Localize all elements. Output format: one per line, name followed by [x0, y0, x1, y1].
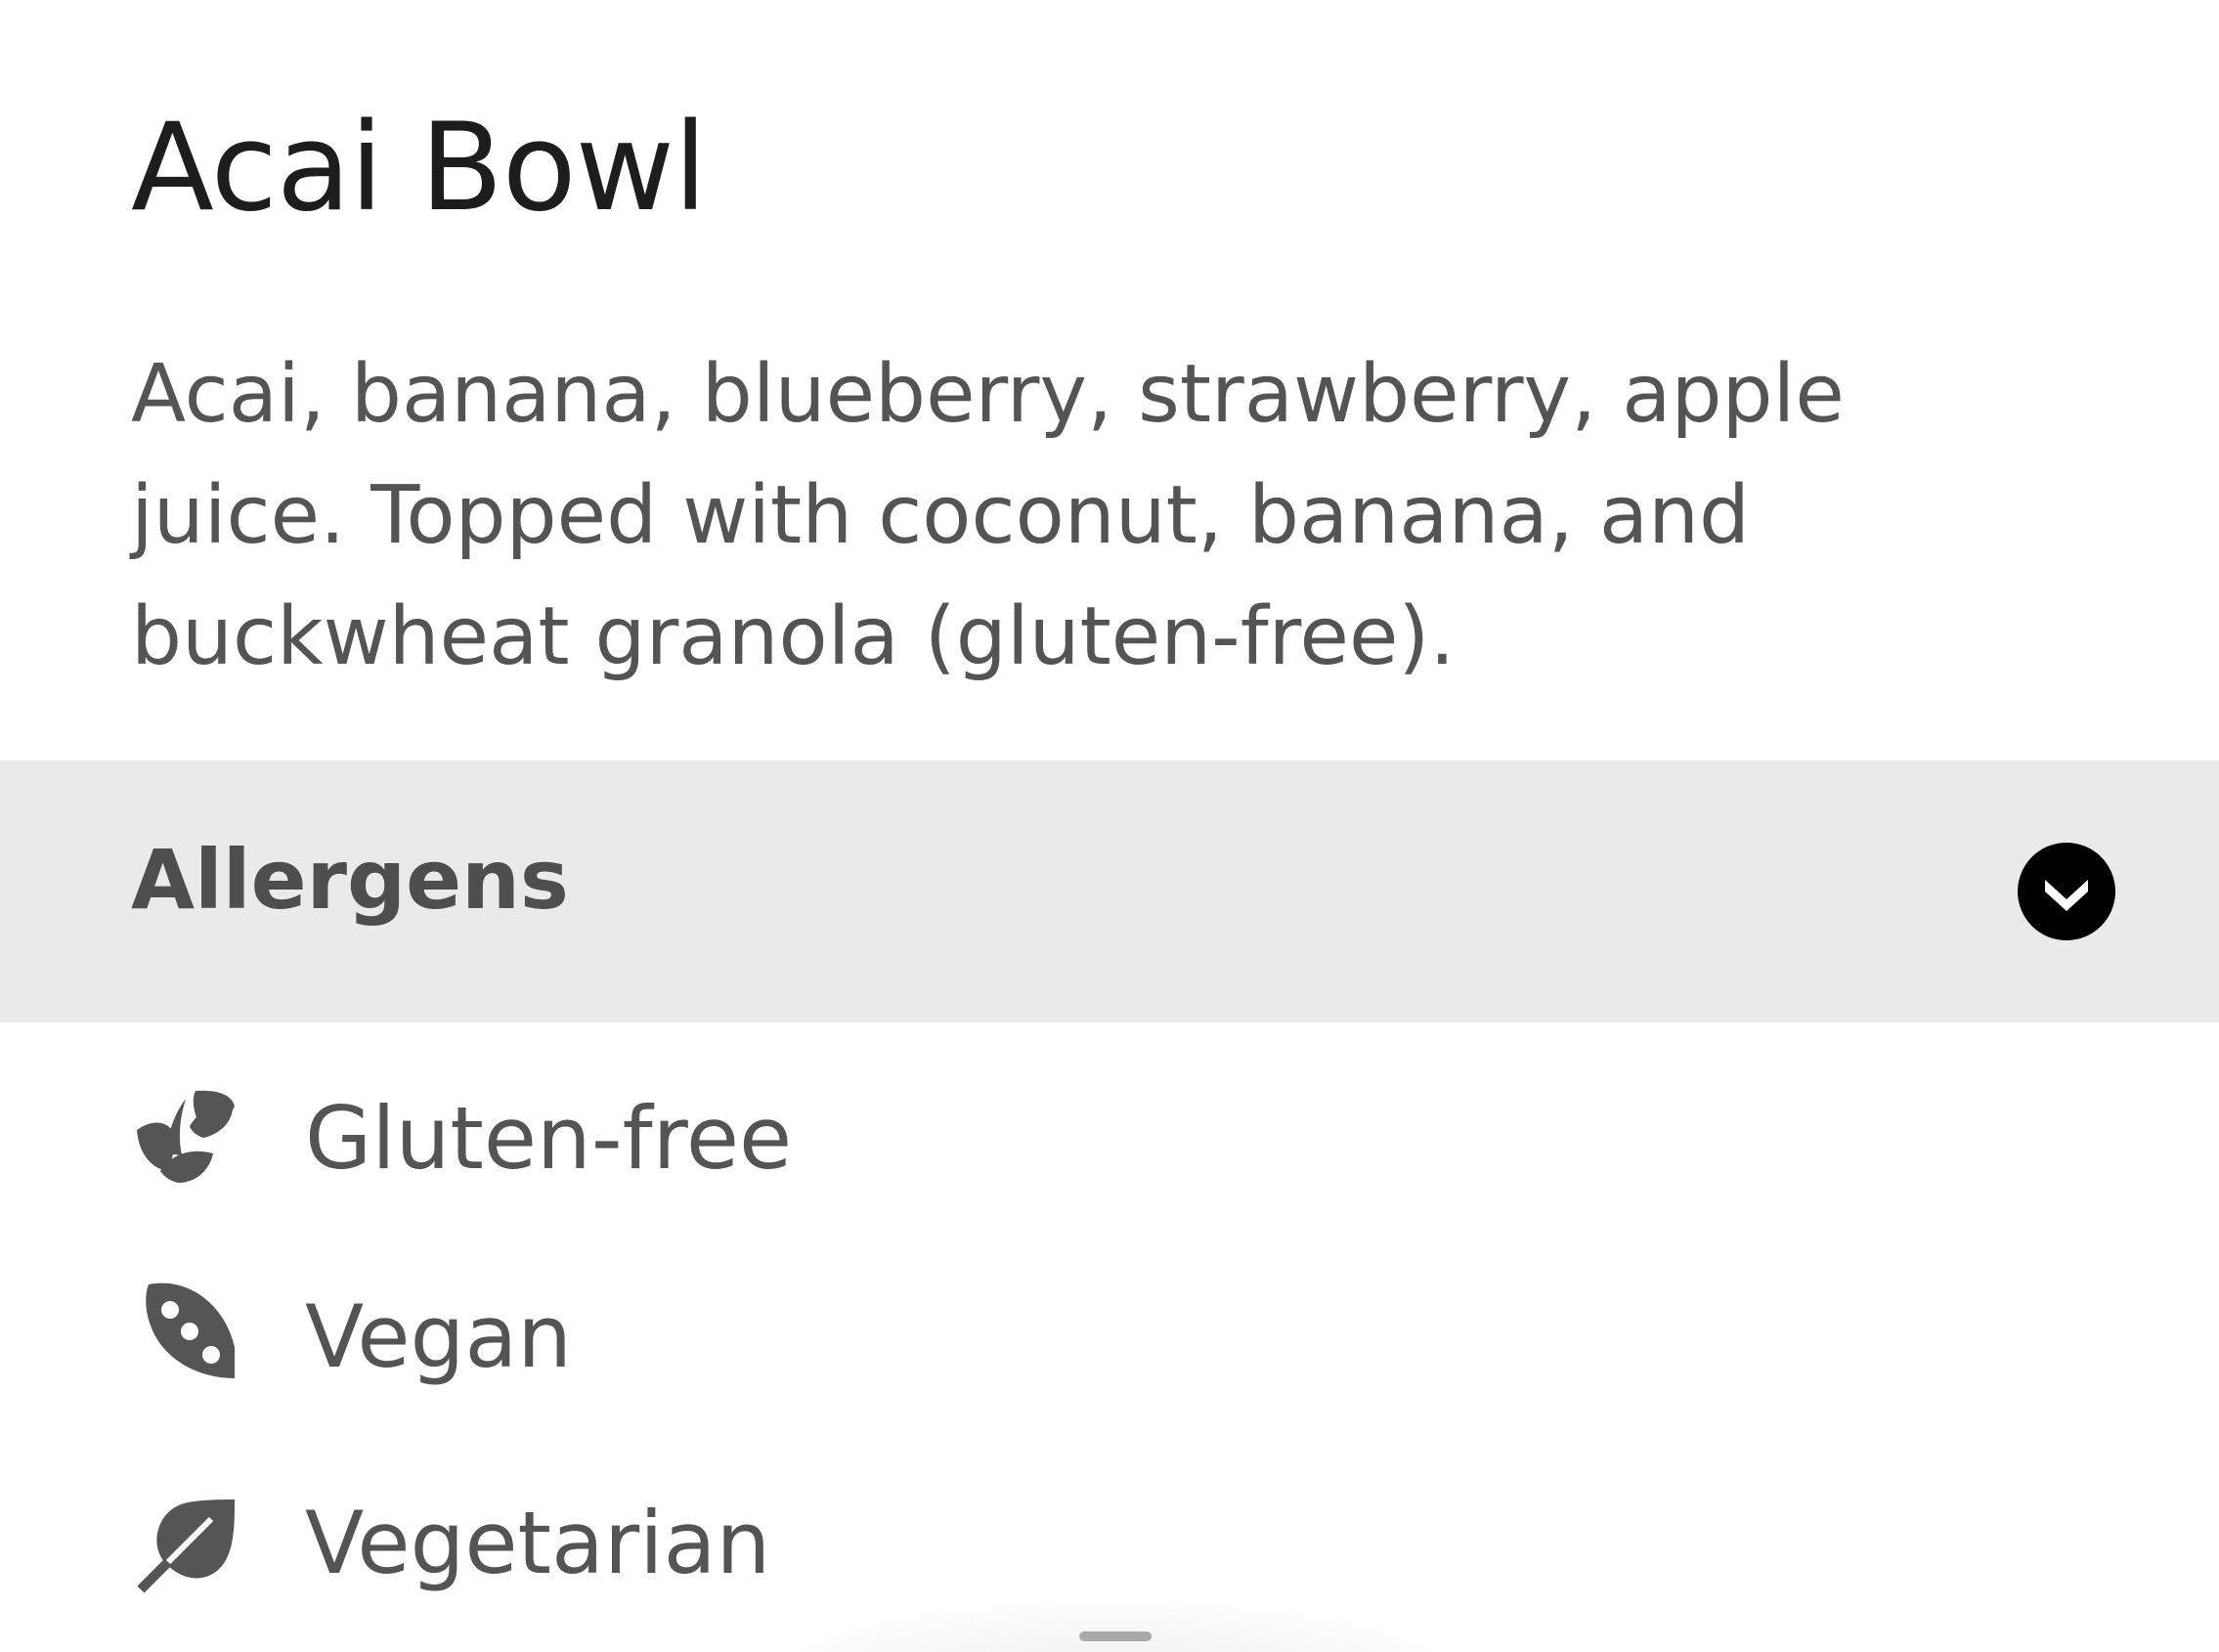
allergen-label: Gluten-free	[305, 1088, 793, 1189]
allergens-toggle-button[interactable]	[2018, 843, 2115, 940]
allergens-label: Allergens	[131, 832, 569, 928]
chevron-down-icon	[2045, 880, 2088, 911]
home-indicator[interactable]	[1079, 1631, 1152, 1641]
item-title: Acai Bowl	[131, 98, 707, 239]
allergen-label: Vegetarian	[305, 1493, 771, 1593]
leaf-icon	[137, 1500, 235, 1593]
item-description: Acai, banana, blueberry, strawberry, app…	[131, 348, 1845, 683]
bean-icon	[146, 1282, 235, 1378]
wheat-icon	[137, 1090, 235, 1183]
item-detail-sheet: Acai Bowl Acai, banana, blueberry, straw…	[0, 0, 2219, 1652]
bottom-sheet-shadow	[743, 1593, 1486, 1652]
allergen-label: Vegan	[305, 1286, 573, 1387]
